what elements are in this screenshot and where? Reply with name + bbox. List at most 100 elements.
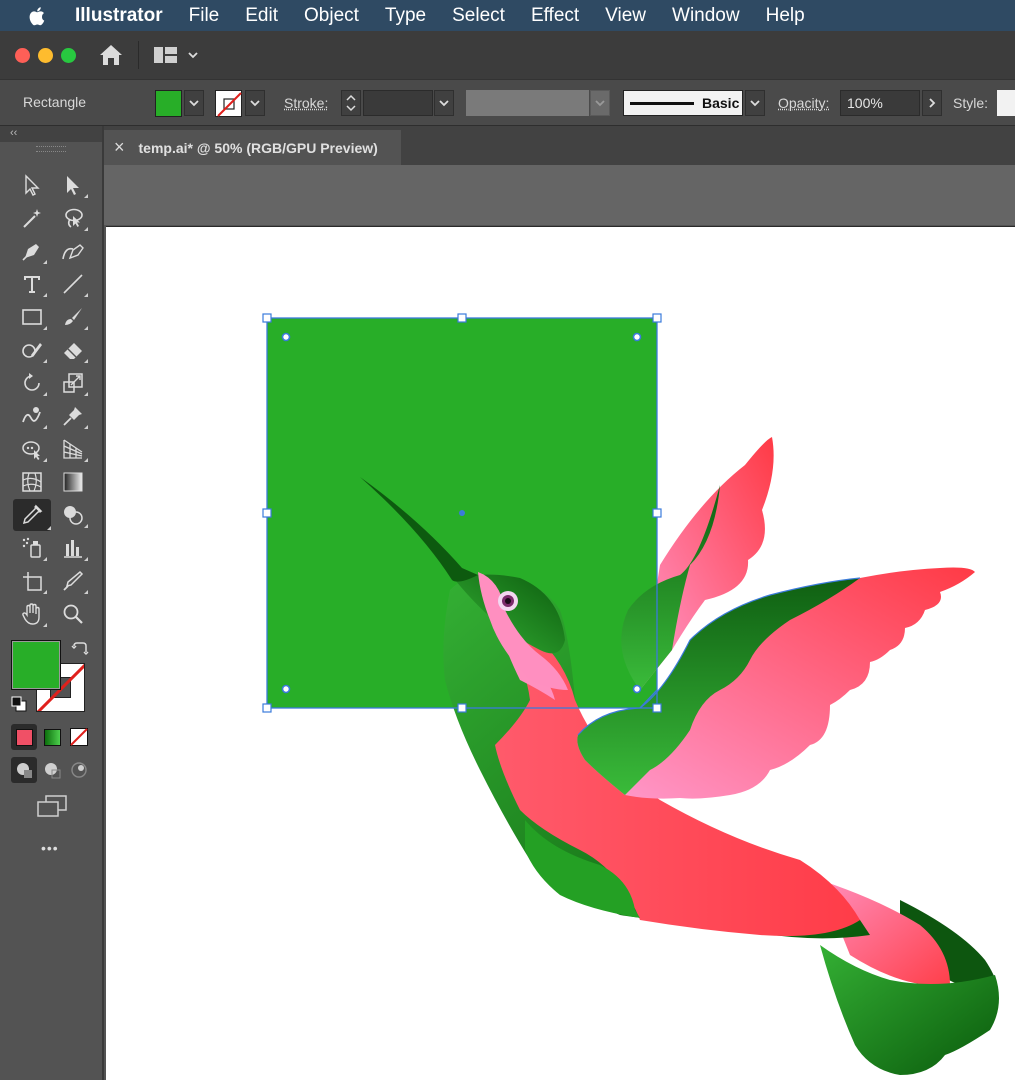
workspace-icon[interactable] [153,46,179,64]
mesh-tool-icon [22,472,42,492]
opacity-input[interactable]: 100% [840,90,920,116]
mesh-tool[interactable] [17,468,47,496]
rectangle-tool[interactable] [17,303,47,331]
menu-object[interactable]: Object [304,5,359,27]
artboard-tool-icon [23,572,42,591]
fill-swatch[interactable] [155,90,182,117]
draw-normal-icon [17,763,32,778]
eyedropper-tool-icon [22,504,43,525]
rotate-tool[interactable] [17,369,47,397]
symbol-sprayer-tool[interactable] [17,534,47,562]
edit-toolbar-button[interactable]: ••• [41,840,59,856]
hand-tool-icon [22,603,40,625]
stroke-dropdown[interactable] [245,90,265,116]
free-transform-tool[interactable] [17,435,47,463]
default-fill-stroke-icon[interactable] [11,696,27,712]
swap-fill-stroke-icon[interactable] [71,640,89,658]
canvas-pasteboard[interactable] [104,165,1015,225]
gradient-mode-button[interactable] [39,724,65,750]
menu-type[interactable]: Type [385,5,426,27]
menu-window[interactable]: Window [672,5,740,27]
document-tab[interactable]: × temp.ai* @ 50% (RGB/GPU Preview) [104,130,401,165]
brush-definition[interactable]: Basic [623,90,743,116]
slice-tool[interactable] [58,567,88,595]
tools-grip[interactable] [36,146,66,152]
scale-tool[interactable] [58,369,88,397]
puppet-warp-tool[interactable] [58,402,88,430]
eraser-tool-icon [64,343,82,359]
lasso-tool[interactable] [58,204,88,232]
selection-tool[interactable] [17,171,47,199]
paintbrush-tool[interactable] [58,303,88,331]
draw-normal-button[interactable] [11,757,37,783]
menu-view[interactable]: View [605,5,646,27]
direct-selection-tool[interactable] [58,171,88,199]
artboard[interactable] [106,226,1015,1080]
color-mode-button[interactable] [11,724,37,750]
eraser-tool[interactable] [58,336,88,364]
close-tab-button[interactable]: × [114,137,125,158]
pen-tool-icon [22,244,39,261]
pen-tool[interactable] [17,237,47,265]
no-stroke-icon [217,92,242,117]
menu-file[interactable]: File [189,5,220,27]
draw-behind-button[interactable] [39,757,65,783]
artboard-tool[interactable] [17,567,47,595]
stroke-swatch[interactable] [215,90,242,117]
variable-width-dropdown[interactable] [590,90,610,116]
menu-help[interactable]: Help [766,5,805,27]
warp-tool[interactable] [17,402,47,430]
stroke-weight-dropdown[interactable] [434,90,454,116]
chevron-down-icon[interactable] [187,50,199,60]
home-icon[interactable] [98,43,124,67]
line-tool[interactable] [58,270,88,298]
draw-inside-button[interactable] [66,757,92,783]
tools-panel-header[interactable]: ‹‹ [0,126,102,142]
screen-mode-icon[interactable] [36,794,68,818]
opacity-label[interactable]: Opacity: [778,95,829,111]
menu-edit[interactable]: Edit [245,5,278,27]
menu-illustrator[interactable]: Illustrator [75,5,163,27]
chevron-right-icon [929,98,936,108]
draw-behind-icon [45,763,61,779]
rectangle-tool-icon [22,309,42,325]
none-mode-button[interactable] [66,724,92,750]
curvature-tool[interactable] [58,237,88,265]
zoom-window-button[interactable] [61,47,76,63]
menu-effect[interactable]: Effect [531,5,579,27]
graphic-style-swatch[interactable] [997,90,1015,116]
fill-proxy[interactable] [11,640,61,690]
graph-tool[interactable] [58,534,88,562]
collapse-panel-button[interactable]: ‹‹ [10,127,17,139]
magic-wand-tool[interactable] [17,204,47,232]
opacity-slider-button[interactable] [922,90,942,116]
shape-builder-tool[interactable] [58,501,88,529]
stroke-weight-stepper[interactable] [341,90,361,116]
close-window-button[interactable] [15,47,30,63]
eyedropper-tool[interactable] [13,499,51,531]
shape-builder-tool-icon [64,506,83,525]
stepper-icon [346,94,356,112]
type-tool[interactable] [17,270,47,298]
selection-type-label: Rectangle [23,94,87,110]
curvature-tool-icon [62,244,84,260]
document-tab-title: temp.ai* @ 50% (RGB/GPU Preview) [138,139,378,156]
control-bar: Rectangle Stroke: Basic Opacity: 100% St… [0,79,1015,126]
direct-selection-tool-icon [67,176,79,195]
hand-tool[interactable] [17,600,47,628]
gradient-tool[interactable] [58,468,88,496]
magic-wand-tool-icon [23,209,41,228]
apple-icon[interactable] [27,5,49,27]
zoom-tool[interactable] [58,600,88,628]
minimize-window-button[interactable] [38,47,53,63]
fill-dropdown[interactable] [184,90,204,116]
stroke-weight-input[interactable] [363,90,433,116]
symbol-sprayer-tool-icon [22,537,41,558]
variable-width-profile[interactable] [466,90,589,116]
stroke-label[interactable]: Stroke: [284,95,328,111]
brush-dropdown[interactable] [745,90,765,116]
perspective-grid-tool[interactable] [58,435,88,463]
selection-tool-icon [25,174,40,196]
shaper-tool[interactable] [17,336,47,364]
menu-select[interactable]: Select [452,5,505,27]
